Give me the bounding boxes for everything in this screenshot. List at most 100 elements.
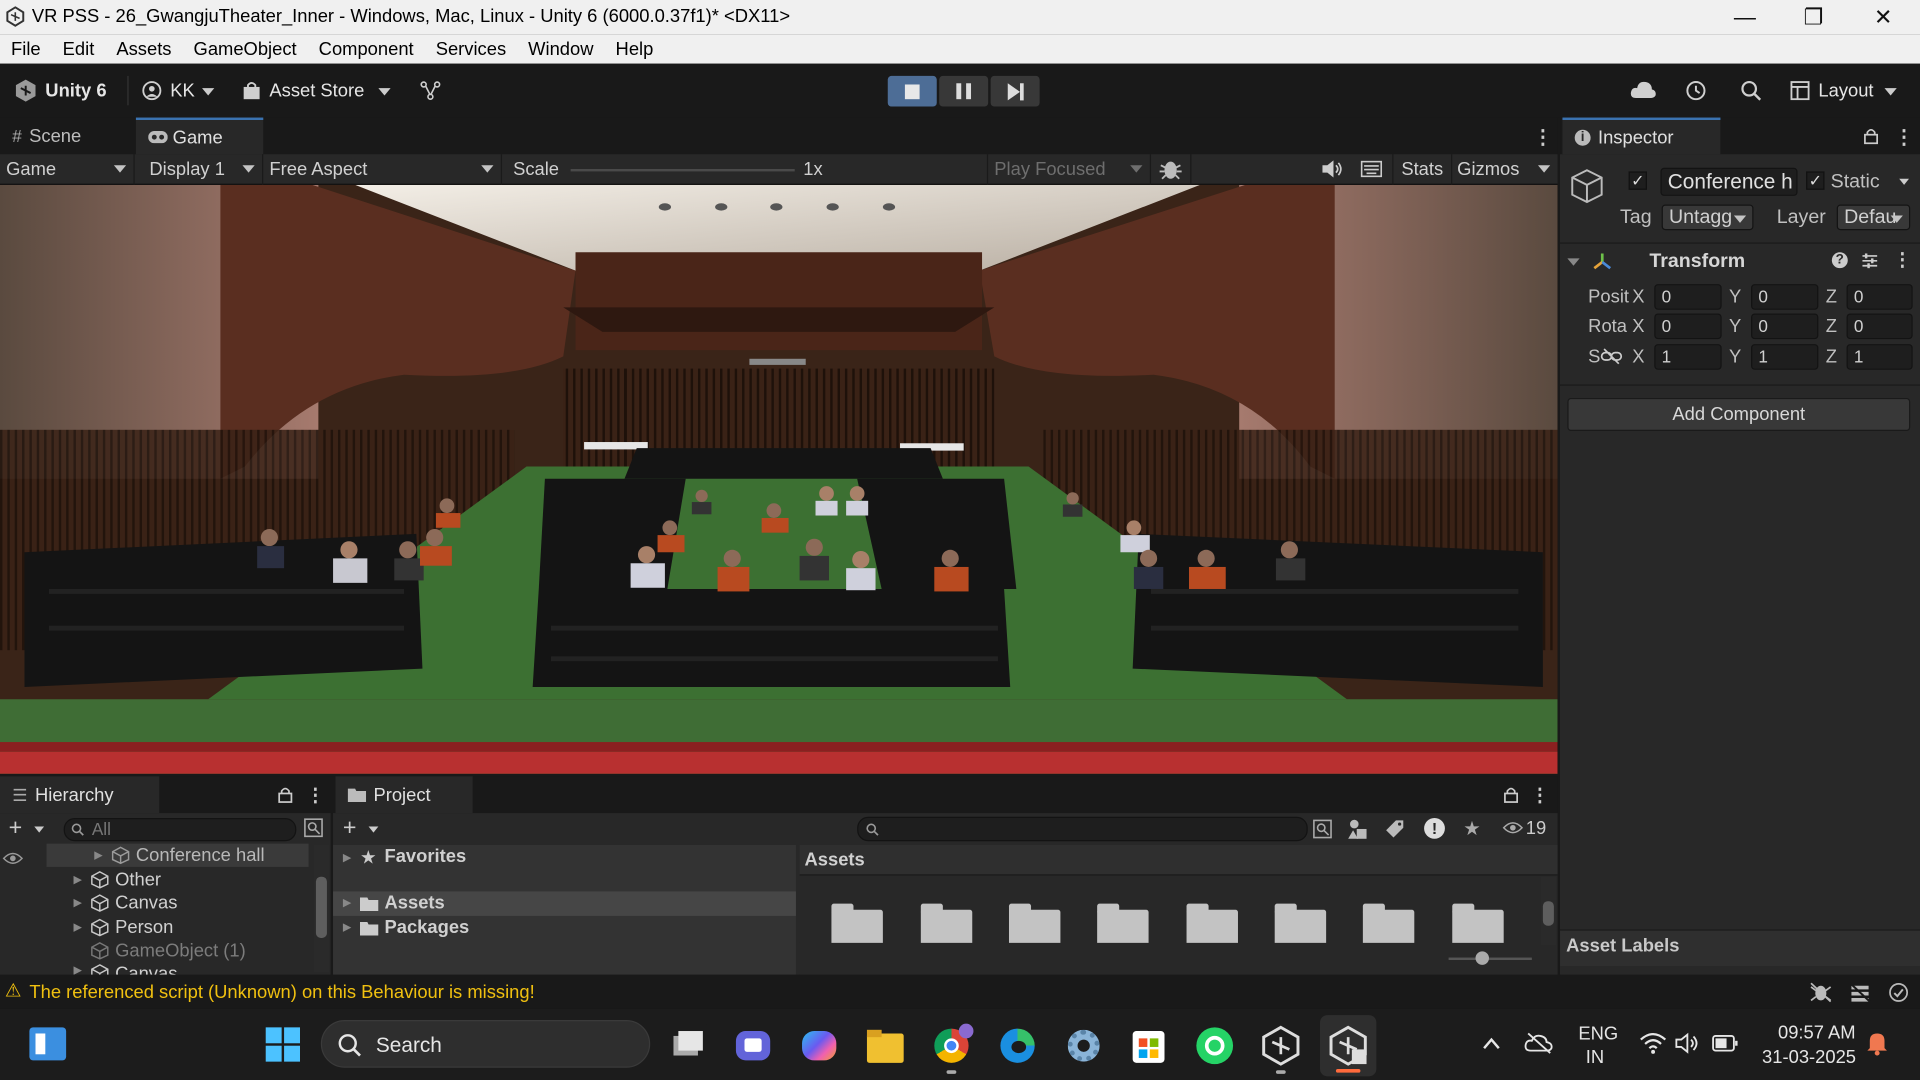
settings-gear-icon[interactable] xyxy=(1062,1024,1106,1068)
add-component-button[interactable]: Add Component xyxy=(1567,397,1911,432)
maximize-button[interactable]: ❐ xyxy=(1779,0,1848,34)
version-control-icon[interactable] xyxy=(420,81,441,101)
search-mode-icon[interactable] xyxy=(1313,819,1333,839)
warning-filter-icon[interactable]: ! xyxy=(1424,817,1445,839)
create-plus-icon[interactable]: + xyxy=(343,816,357,843)
hierarchy-more-icon[interactable]: ⋮ xyxy=(306,784,324,806)
constrain-proportions-link-icon[interactable] xyxy=(1600,348,1623,365)
scene-visibility-icon[interactable] xyxy=(304,818,324,838)
lock-icon[interactable] xyxy=(1864,127,1879,145)
hierarchy-item[interactable]: ▶ Person xyxy=(0,915,312,939)
project-more-icon[interactable]: ⋮ xyxy=(1531,784,1549,806)
account-dropdown[interactable]: KK xyxy=(170,81,195,102)
task-view-icon[interactable] xyxy=(666,1023,711,1068)
assets-scroll-thumb[interactable] xyxy=(1542,901,1554,926)
minimize-button[interactable]: — xyxy=(1711,0,1780,34)
icon-size-slider-thumb[interactable] xyxy=(1475,951,1489,965)
menu-window[interactable]: Window xyxy=(517,39,604,60)
edge-icon[interactable] xyxy=(996,1024,1040,1068)
windows-start-icon[interactable] xyxy=(264,1026,301,1063)
create-chevron-icon[interactable] xyxy=(368,826,379,833)
static-checkbox[interactable]: ✓ xyxy=(1806,171,1825,190)
play-stop-button[interactable] xyxy=(887,75,937,107)
hierarchy-item[interactable]: ▶ Canvas xyxy=(0,891,312,915)
rotation-z-field[interactable]: 0 xyxy=(1846,313,1913,340)
assets-folder-label[interactable]: Assets xyxy=(384,893,444,914)
menu-file[interactable]: File xyxy=(0,39,52,60)
copilot-icon[interactable] xyxy=(797,1024,841,1068)
close-button[interactable]: ✕ xyxy=(1849,0,1918,34)
clock-date[interactable]: 31-03-2025 xyxy=(1762,1047,1856,1068)
expand-arrow-icon[interactable]: ▶ xyxy=(343,921,351,934)
menu-edit[interactable]: Edit xyxy=(52,39,106,60)
scale-z-field[interactable]: 1 xyxy=(1846,344,1913,370)
lock-icon[interactable] xyxy=(278,786,293,803)
scale-slider[interactable] xyxy=(570,168,795,172)
position-y-field[interactable]: 0 xyxy=(1751,284,1819,310)
history-icon[interactable] xyxy=(1685,80,1707,102)
hierarchy-item[interactable]: ▶ Canvas xyxy=(0,963,312,975)
filter-by-type-icon[interactable] xyxy=(1347,818,1369,840)
add-object-plus-icon[interactable]: + xyxy=(9,816,23,843)
menu-help[interactable]: Help xyxy=(605,39,665,60)
layout-dropdown[interactable]: Layout xyxy=(1818,81,1873,102)
keyboard-icon[interactable] xyxy=(1360,160,1383,178)
static-dropdown-icon[interactable] xyxy=(1899,178,1909,185)
pause-button[interactable] xyxy=(939,75,989,107)
bug-icon[interactable] xyxy=(1158,158,1182,181)
taskbar-search-box[interactable]: Search xyxy=(320,1020,651,1068)
microsoft-store-icon[interactable] xyxy=(1127,1024,1171,1068)
game-mode-dropdown[interactable]: Game xyxy=(0,154,135,185)
presets-sliders-icon[interactable] xyxy=(1861,252,1878,269)
cache-server-icon[interactable] xyxy=(1849,982,1871,1003)
step-button[interactable] xyxy=(990,75,1040,107)
rotation-x-field[interactable]: 0 xyxy=(1654,313,1722,340)
stats-button[interactable]: Stats xyxy=(1392,154,1453,185)
search-icon[interactable] xyxy=(1740,80,1762,102)
expand-arrow-icon[interactable]: ▶ xyxy=(94,849,111,862)
icon-size-slider[interactable] xyxy=(1448,957,1532,961)
unity-hub-icon[interactable] xyxy=(1260,1025,1302,1067)
add-object-chevron-icon[interactable] xyxy=(34,826,45,833)
transform-foldout-icon[interactable] xyxy=(1567,258,1580,266)
scale-x-field[interactable]: 1 xyxy=(1654,344,1722,370)
view-more-menu-icon[interactable]: ⋮ xyxy=(1533,125,1553,149)
expand-arrow-icon[interactable]: ▶ xyxy=(343,851,351,864)
tab-hierarchy[interactable]: ☰ Hierarchy xyxy=(0,776,160,814)
scale-y-field[interactable]: 1 xyxy=(1751,344,1819,370)
aspect-dropdown[interactable]: Free Aspect xyxy=(263,154,503,185)
expand-arrow-icon[interactable]: ▶ xyxy=(73,873,90,886)
gizmos-dropdown[interactable]: Gizmos xyxy=(1453,154,1557,185)
status-warning-message[interactable]: The referenced script (Unknown) on this … xyxy=(29,982,534,1003)
position-x-field[interactable]: 0 xyxy=(1654,284,1722,310)
rotation-y-field[interactable]: 0 xyxy=(1751,313,1819,340)
tab-game[interactable]: Game xyxy=(135,117,264,155)
inspector-more-icon[interactable]: ⋮ xyxy=(1894,125,1914,149)
onedrive-offline-icon[interactable] xyxy=(1524,1032,1554,1054)
cloud-icon[interactable] xyxy=(1630,80,1657,100)
chevron-up-icon[interactable] xyxy=(1482,1036,1502,1051)
debug-off-icon[interactable] xyxy=(1810,982,1832,1003)
hierarchy-item[interactable]: ▶ Conference hall xyxy=(0,844,312,868)
widgets-icon[interactable] xyxy=(29,1027,67,1061)
status-bar[interactable]: ⚠ The referenced script (Unknown) on thi… xyxy=(0,974,1920,1009)
expand-arrow-icon[interactable]: ▶ xyxy=(73,897,90,910)
packages-folder-label[interactable]: Packages xyxy=(384,917,469,938)
tab-scene[interactable]: # Scene xyxy=(0,118,135,155)
menu-assets[interactable]: Assets xyxy=(105,39,182,60)
file-explorer-icon[interactable] xyxy=(863,1024,907,1068)
hierarchy-search-input[interactable]: All xyxy=(63,817,297,842)
battery-icon[interactable] xyxy=(1712,1035,1739,1052)
tab-inspector[interactable]: i Inspector xyxy=(1562,117,1721,155)
whatsapp-icon[interactable] xyxy=(1193,1024,1237,1068)
teams-icon[interactable] xyxy=(731,1024,775,1068)
tag-dropdown[interactable]: Untagg xyxy=(1661,204,1754,231)
filter-by-label-icon[interactable] xyxy=(1385,819,1405,839)
expand-arrow-icon[interactable]: ▶ xyxy=(73,921,90,934)
transform-more-icon[interactable]: ⋮ xyxy=(1893,249,1911,271)
object-name-field[interactable]: Conference h xyxy=(1660,167,1798,196)
clock-time[interactable]: 09:57 AM xyxy=(1778,1022,1856,1043)
lock-icon[interactable] xyxy=(1504,786,1519,803)
assets-breadcrumb[interactable]: Assets xyxy=(804,850,864,871)
favorite-star-icon[interactable]: ★ xyxy=(1463,817,1481,841)
